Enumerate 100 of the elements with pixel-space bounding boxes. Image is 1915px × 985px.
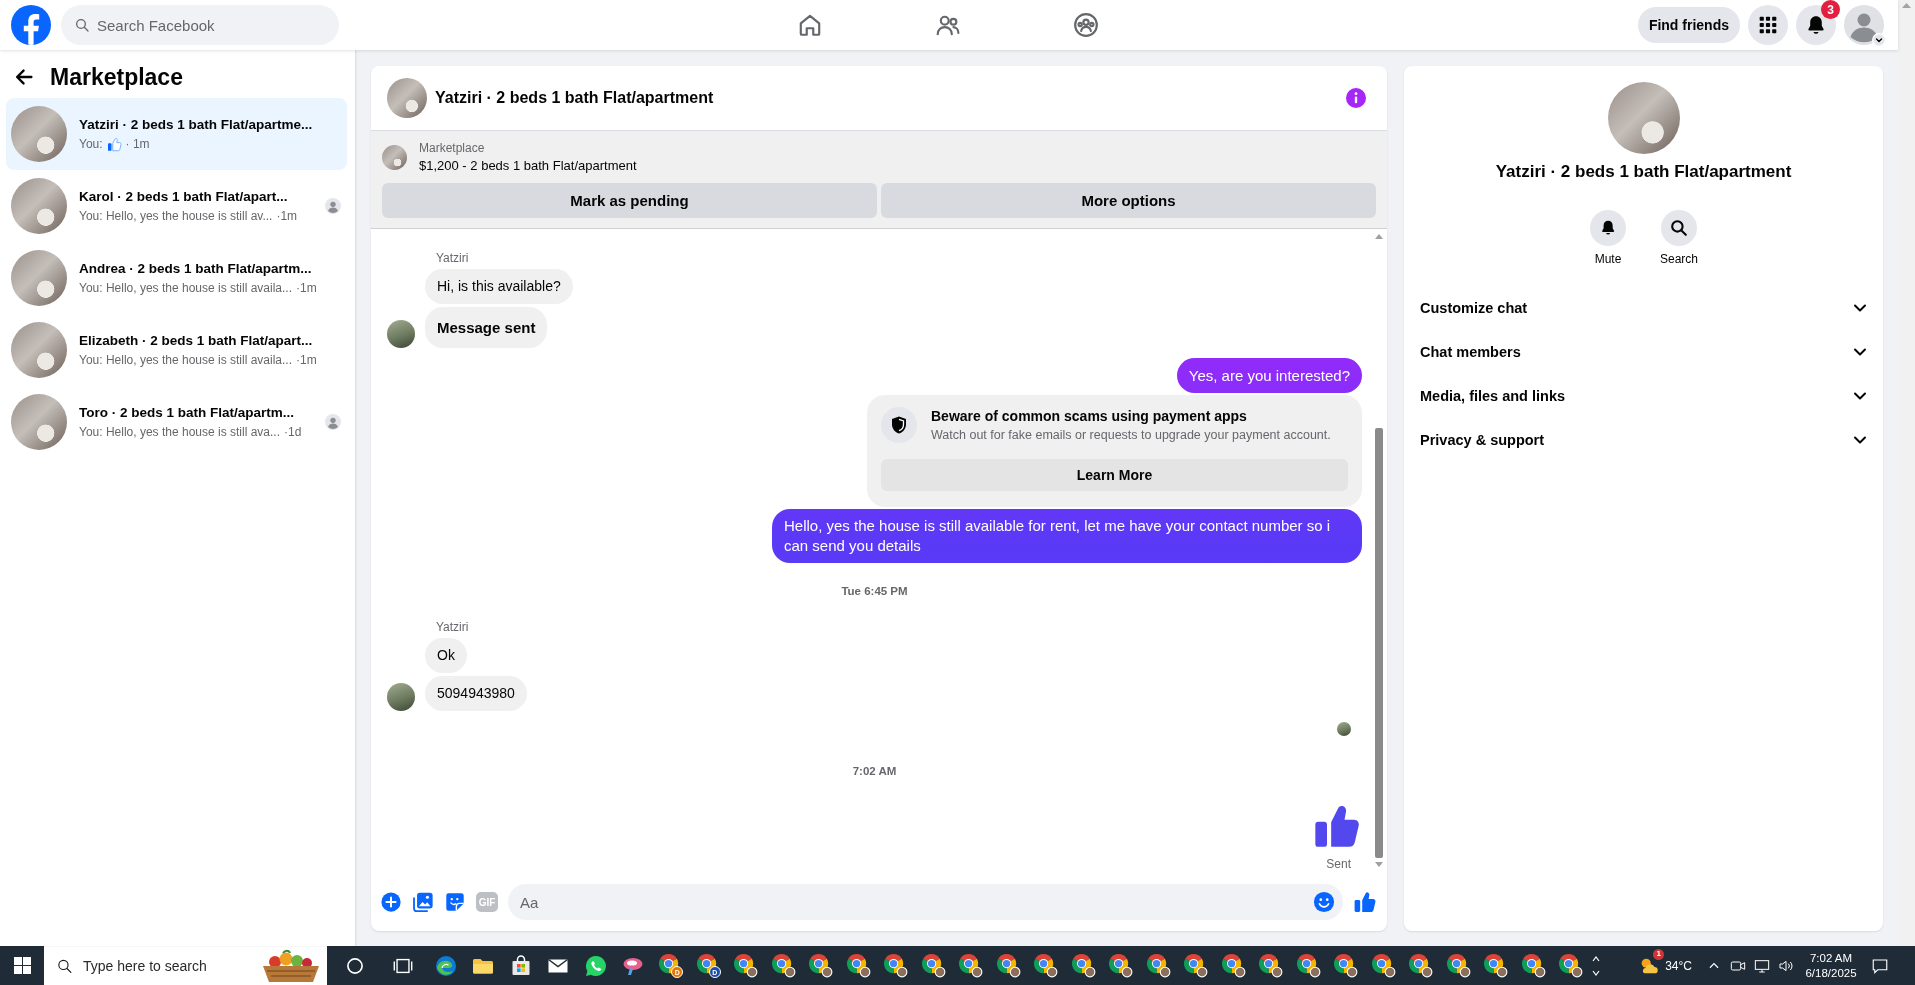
search-icon (1661, 210, 1697, 246)
browser-icon[interactable] (1258, 953, 1284, 978)
browser-icon[interactable] (883, 953, 909, 978)
notifications-button[interactable] (1796, 5, 1836, 45)
section-header[interactable]: Media, files and links (1404, 374, 1883, 418)
conversation-item[interactable]: Elizabeth · 2 beds 1 bath Flat/apart... You: Hello, yes the house is still availa... ·1m (6, 314, 347, 386)
bell-icon (1590, 210, 1626, 246)
browser-icon[interactable] (1445, 953, 1471, 978)
scrollbar[interactable] (1898, 0, 1915, 946)
info-icon[interactable] (1346, 88, 1366, 108)
conversation-item[interactable]: Karol · 2 beds 1 bath Flat/apart... You: Hello, yes the house is still av... ·1m (6, 170, 347, 242)
browser-icon[interactable] (845, 953, 871, 978)
search-field[interactable]: Search Facebook (61, 5, 339, 45)
browser-icon[interactable] (433, 953, 458, 978)
conversation-item[interactable]: Andrea · 2 beds 1 bath Flat/apartm... You: Hello, yes the house is still availa... ·1m (6, 242, 347, 314)
browser-icon[interactable] (958, 953, 984, 978)
timestamp: Tue 6:45 PM (841, 583, 908, 598)
learn-more-button[interactable]: Learn More (881, 458, 1348, 491)
weather-badge: 1 (1653, 948, 1665, 960)
browser-icon[interactable] (1295, 953, 1321, 978)
browser-icon[interactable] (1370, 953, 1396, 978)
browser-icon[interactable] (1483, 953, 1509, 978)
seen-avatar-placeholder (1337, 721, 1351, 736)
message-bubble: Ok (425, 637, 467, 673)
sidebar-title: Marketplace (50, 63, 183, 91)
listing-action-button[interactable]: More options (881, 183, 1376, 218)
section-header[interactable]: Privacy & support (1404, 418, 1883, 462)
logo-icon[interactable] (11, 5, 51, 45)
groups-icon[interactable] (1072, 12, 1099, 38)
browser-icon[interactable] (1033, 953, 1059, 978)
browser-icon[interactable] (1108, 953, 1134, 978)
browser-icon[interactable] (808, 953, 834, 978)
message-bubble: 5094943980 (425, 675, 527, 711)
emoji-icon[interactable] (1313, 891, 1335, 913)
browser-icon[interactable] (920, 953, 946, 978)
windows-logo-icon[interactable] (13, 957, 31, 974)
conversation-title: Yatziri · 2 beds 1 bath Flat/apartme... (79, 116, 314, 132)
action-button[interactable]: Search (1651, 210, 1707, 266)
chevron-down-icon[interactable] (1872, 33, 1886, 47)
browser-icon[interactable] (1520, 953, 1546, 978)
scroll-down-icon[interactable] (1375, 862, 1383, 867)
message-icon[interactable] (1871, 956, 1889, 975)
scroll-arrows-icon[interactable] (1591, 954, 1600, 977)
sticker-icon[interactable] (444, 891, 466, 913)
conversation-item[interactable]: Toro · 2 beds 1 bath Flat/apartm... You: Hello, yes the house is still ava... ·1d (6, 386, 347, 458)
browser-icon[interactable] (1183, 953, 1209, 978)
avatar-placeholder (387, 682, 415, 711)
message-bubble: Hello, yes the house is still available for rent, let me have your contact number so i can send you details (772, 508, 1362, 563)
browser-icon[interactable] (1145, 953, 1171, 978)
scroll-up-icon[interactable] (1375, 234, 1383, 239)
listing-action-button[interactable]: Mark as pending (382, 183, 877, 218)
message-preview: You: Hello, yes the house is still ava... (79, 425, 280, 439)
message-preview: You: Hello, yes the house is still availa... (79, 281, 292, 295)
clock[interactable]: 7:02 AM 6/18/2025 (1800, 950, 1862, 981)
search-icon (56, 957, 73, 974)
menu-button[interactable] (1748, 5, 1788, 45)
like-icon[interactable] (1353, 890, 1377, 914)
message-time: ·1m (276, 209, 298, 223)
message-time: ·1d (284, 425, 302, 439)
browser-icon[interactable] (770, 953, 796, 978)
search-icon (74, 17, 90, 33)
conversation-title: Karol · 2 beds 1 bath Flat/apart... (79, 189, 289, 204)
monitor-icon[interactable] (1754, 957, 1770, 974)
section-header[interactable]: Customize chat (1404, 286, 1883, 330)
photo-placeholder (11, 250, 67, 306)
notice-title: Beware of common scams using payment apps (931, 406, 1248, 425)
browser-icon[interactable] (995, 953, 1021, 978)
conversation-title: Toro · 2 beds 1 bath Flat/apartm... (79, 405, 296, 420)
like-icon (106, 136, 122, 152)
browser-icon[interactable] (1408, 953, 1434, 978)
details-title: Yatziri · 2 beds 1 bath Flat/apartment (1495, 162, 1792, 182)
chat-title: Yatziri · 2 beds 1 bath Flat/apartment (435, 89, 715, 107)
photo-placeholder (382, 144, 407, 170)
browser-icon[interactable] (1333, 953, 1359, 978)
browser-icon[interactable] (733, 953, 759, 978)
photo-placeholder (11, 394, 67, 450)
conversation-title: Andrea · 2 beds 1 bath Flat/apartm... (79, 261, 313, 276)
find-friends-button[interactable]: Find friends (1637, 7, 1740, 43)
photo-placeholder (11, 106, 67, 162)
message-input[interactable]: Aa (508, 884, 1343, 920)
image-icon[interactable] (412, 891, 434, 913)
sender-name: Yatziri (435, 618, 469, 635)
browser-icon[interactable] (1558, 953, 1584, 978)
photo-placeholder (11, 322, 67, 378)
browser-icon[interactable] (1070, 953, 1096, 978)
message-time: · 1m (125, 137, 150, 151)
section-header[interactable]: Chat members (1404, 330, 1883, 374)
plus-icon[interactable] (380, 891, 402, 913)
phone-bubble-icon[interactable] (583, 953, 608, 978)
circle-icon[interactable] (345, 955, 365, 976)
conversation-item[interactable]: Yatziri · 2 beds 1 bath Flat/apartme... You: · 1m (6, 98, 347, 170)
back-arrow-icon[interactable] (13, 66, 35, 88)
timestamp: 7:02 AM (852, 763, 897, 778)
action-button[interactable]: Mute (1580, 210, 1636, 266)
browser-icon[interactable] (1220, 953, 1246, 978)
temperature: 34°C (1665, 958, 1692, 973)
photo-placeholder (387, 78, 427, 118)
listing-summary: $1,200 - 2 beds 1 bath Flat/apartment (419, 158, 637, 173)
notice-text: Watch out for fake emails or requests to upgrade your payment account. (931, 426, 1331, 443)
scrollbar-thumb[interactable] (1375, 428, 1383, 858)
